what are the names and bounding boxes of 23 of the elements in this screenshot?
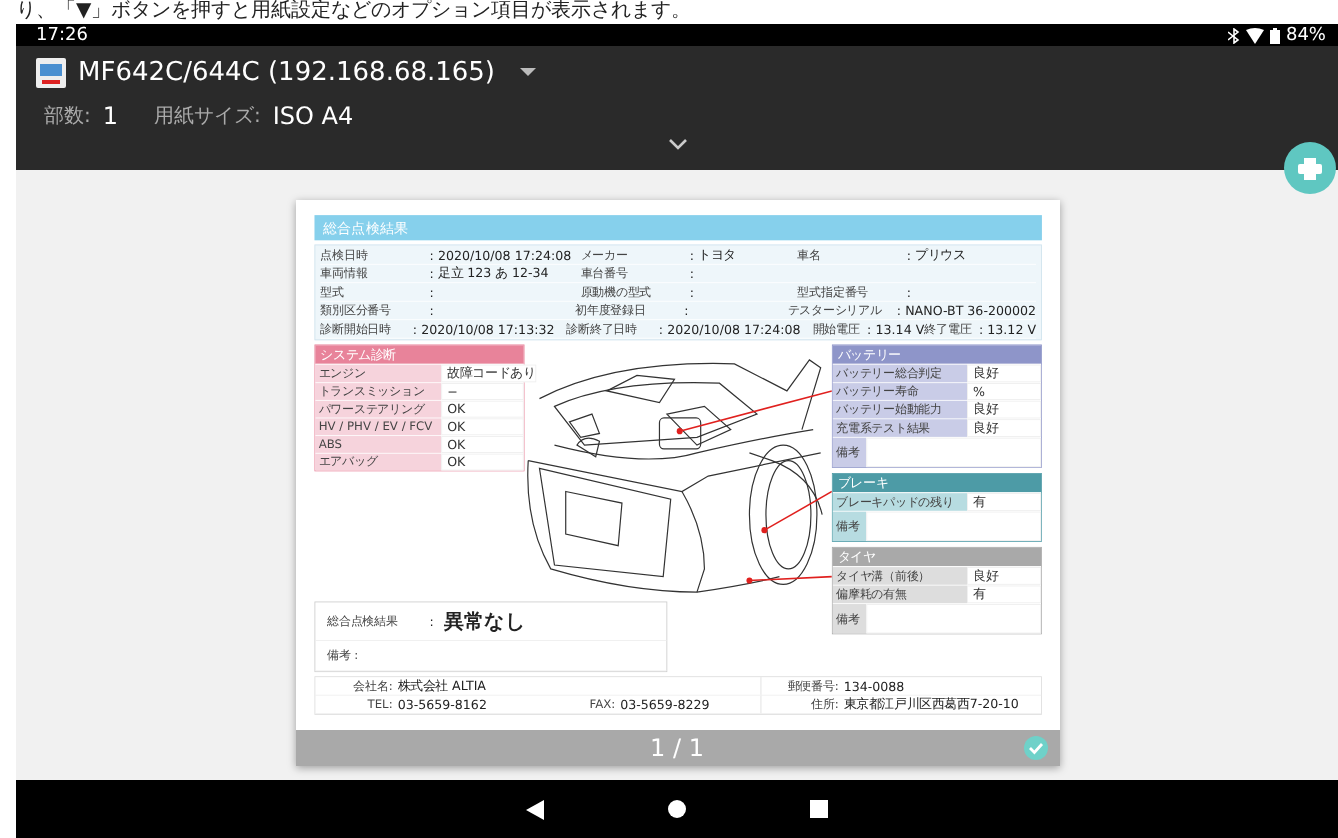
leader-line (760, 490, 831, 534)
battery-icon (1269, 27, 1280, 43)
chevron-down-icon (667, 138, 687, 150)
clock: 17:26 (36, 25, 88, 45)
paper-size-label: 用紙サイズ: (154, 104, 261, 130)
check-circle-icon (1023, 736, 1047, 760)
printer-name: MF642C/644C (192.168.68.165) (78, 58, 496, 88)
expand-button[interactable] (667, 138, 687, 150)
copies-label: 部数: (44, 103, 91, 130)
battery-percent: 84% (1285, 25, 1326, 45)
result-value: 異常なし (442, 607, 526, 635)
recents-icon (810, 800, 828, 818)
bluetooth-icon (1227, 27, 1240, 43)
home-button[interactable] (668, 800, 686, 818)
caret-icon (519, 68, 536, 78)
leader-line (745, 575, 831, 584)
paper-size-value[interactable]: ISO A4 (272, 102, 354, 130)
back-icon (526, 799, 544, 819)
back-button[interactable] (526, 799, 544, 819)
wifi-icon (1245, 27, 1264, 43)
home-icon (668, 800, 686, 818)
copies-value[interactable]: 1 (102, 102, 119, 130)
page-counter: 1 / 1 (650, 734, 704, 762)
